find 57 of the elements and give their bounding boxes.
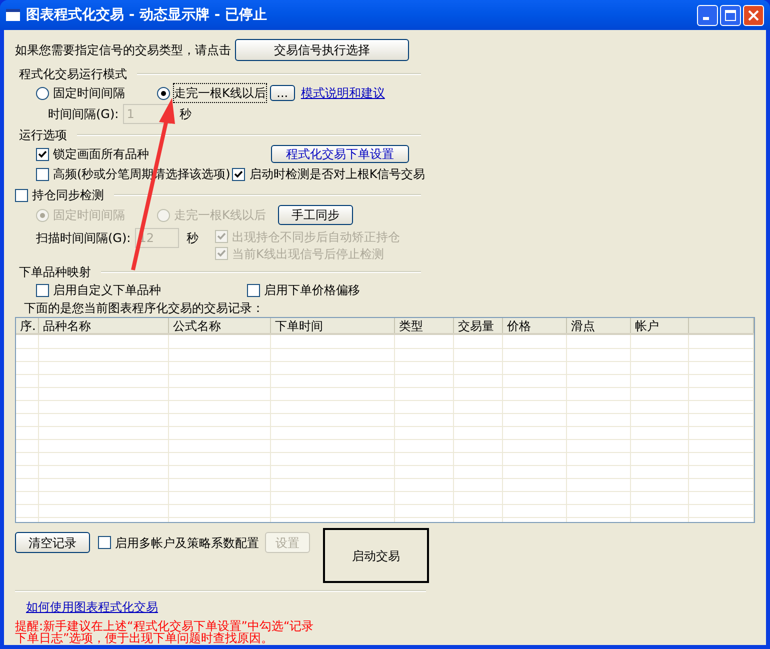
group-label: 程式化交易运行模式 <box>19 66 127 83</box>
column-header[interactable]: 下单时间 <box>271 318 395 333</box>
help-link[interactable]: 模式说明和建议 <box>300 84 385 102</box>
checkbox-label: 启用自定义下单品种 <box>53 282 161 299</box>
minimize-button[interactable] <box>697 4 718 26</box>
close-icon <box>748 10 759 20</box>
window-icon <box>6 9 20 21</box>
tip-text: 下单日志”选项，便于出现下单问题时查找原因。 <box>15 632 274 644</box>
scan-interval-label: 扫描时间间隔(G): <box>36 230 131 247</box>
radio-label: 固定时间间隔 <box>53 85 125 102</box>
radio-label: 固定时间间隔 <box>53 207 125 224</box>
checkbox[interactable] <box>15 188 28 202</box>
tip-text: 提醒:新手建议在上述“程式化交易下单设置”中勾选“记录 <box>15 620 314 632</box>
more-button[interactable]: ... <box>270 85 295 101</box>
checkbox[interactable] <box>36 148 49 160</box>
radio-button[interactable] <box>157 86 170 100</box>
checkbox-label: 锁定画面所有品种 <box>53 146 149 163</box>
checkbox-label: 启动时检测是否对上根K信号交易 <box>249 166 426 183</box>
clear-records-button[interactable]: 清空记录 <box>15 532 90 553</box>
prompt-text: 如果您需要指定信号的交易类型，请点击 <box>15 42 231 59</box>
close-button[interactable] <box>743 4 764 26</box>
unit-label: 秒 <box>186 230 199 247</box>
group-label: 下单品种映射 <box>19 264 91 281</box>
signal-select-button[interactable]: 交易信号执行选择 <box>235 39 409 61</box>
checkbox-label: 启用多帐户及策略系数配置 <box>115 534 259 552</box>
manual-sync-button[interactable]: 手工同步 <box>278 205 353 225</box>
checkbox-label: 启用下单价格偏移 <box>264 282 360 299</box>
column-header[interactable]: 价格 <box>503 318 567 333</box>
checkbox-label: 出现持仓不同步后自动矫正持仓 <box>232 228 400 246</box>
checkbox[interactable] <box>232 168 246 180</box>
window-title: 图表程式化交易 - 动态显示牌 - 已停止 <box>26 6 268 24</box>
interval-label: 时间间隔(G): <box>48 106 119 123</box>
checkbox[interactable] <box>98 536 111 549</box>
checkbox[interactable] <box>36 168 49 180</box>
checkbox-label: 持仓同步检测 <box>32 187 104 204</box>
column-header[interactable]: 公式名称 <box>169 318 271 333</box>
records-caption: 下面的是您当前图表程序化交易的交易记录： <box>24 300 264 316</box>
checkbox[interactable] <box>36 284 49 296</box>
radio-label: 走完一根K线以后 <box>174 84 266 102</box>
checkbox-label: 当前K线出现信号后停止检测 <box>232 246 384 262</box>
column-header[interactable]: 交易量 <box>454 318 503 333</box>
start-trading-button[interactable]: 启动交易 <box>323 528 429 583</box>
help-link[interactable]: 如何使用图表程式化交易 <box>26 598 158 616</box>
unit-label: 秒 <box>180 106 192 123</box>
group-label: 运行选项 <box>19 127 67 144</box>
checkbox[interactable] <box>247 284 260 296</box>
order-settings-button[interactable]: 程式化交易下单设置 <box>271 145 409 163</box>
radio-button[interactable] <box>36 86 49 100</box>
column-header[interactable]: 序. <box>16 318 39 333</box>
column-header[interactable]: 滑点 <box>567 318 631 333</box>
radio-label: 走完一根K线以后 <box>174 207 266 224</box>
column-header[interactable]: 类型 <box>395 318 454 333</box>
maximize-button[interactable] <box>720 4 741 26</box>
column-header[interactable]: 帐户 <box>631 318 689 333</box>
minimize-icon <box>702 16 708 20</box>
column-header[interactable]: 品种名称 <box>39 318 169 333</box>
maximize-icon <box>725 10 736 20</box>
